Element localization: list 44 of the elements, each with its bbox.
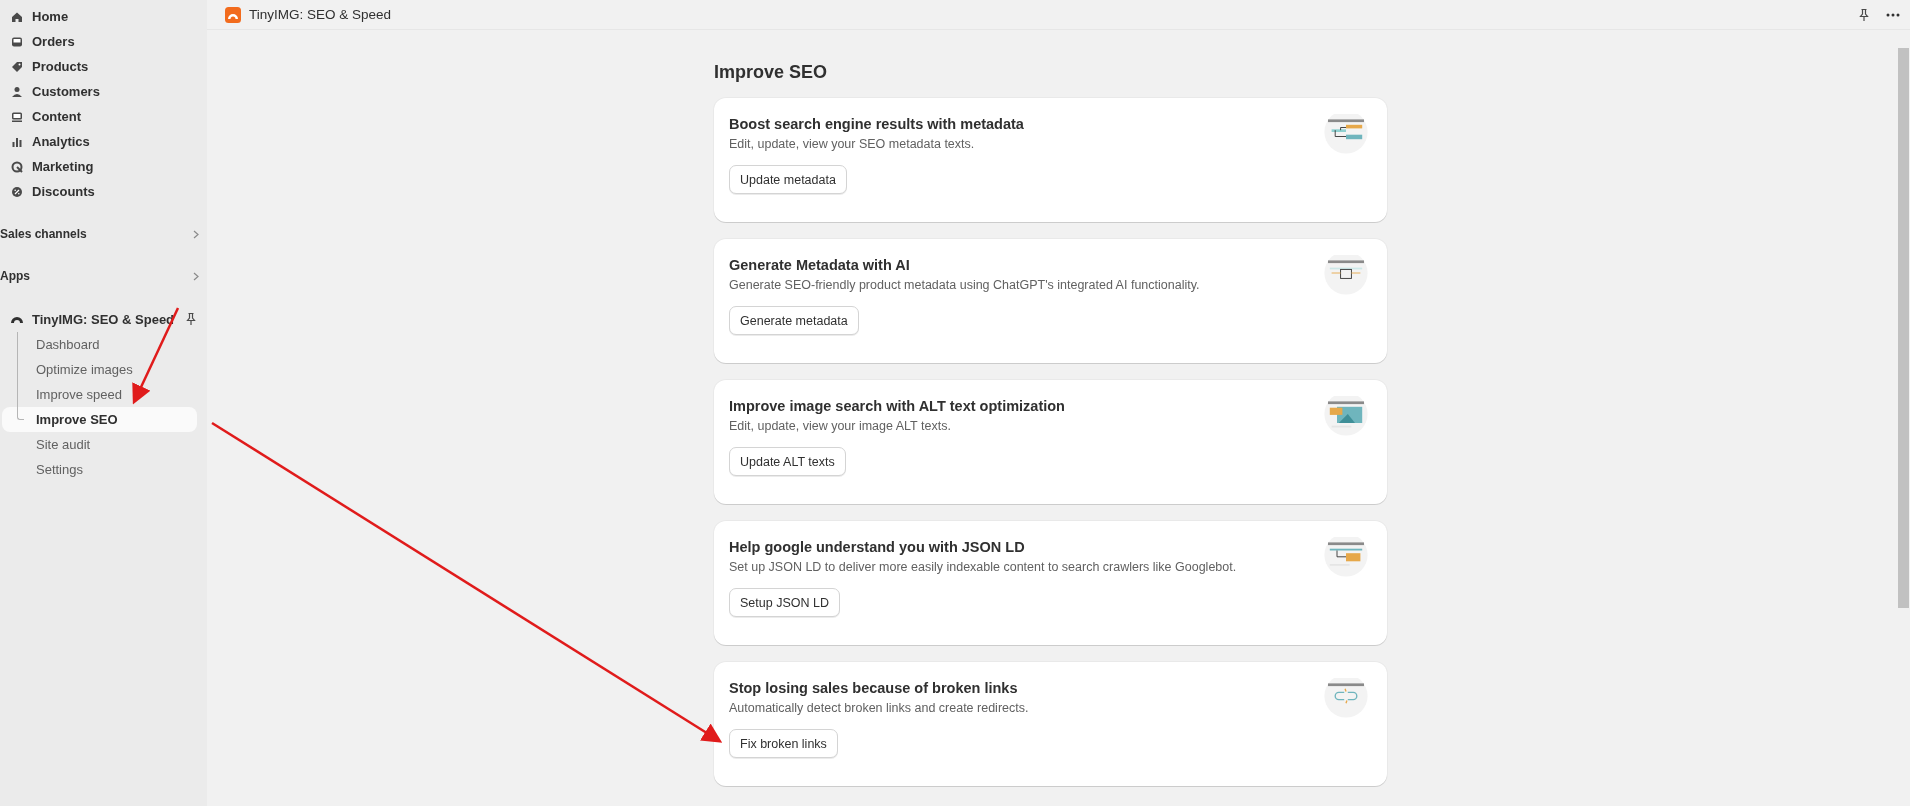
nav-item[interactable]: Customers <box>0 79 197 104</box>
subnav-item[interactable]: Settings <box>2 457 197 482</box>
subnav-item[interactable]: Dashboard <box>2 332 197 357</box>
nav-item[interactable]: Marketing <box>0 154 197 179</box>
pin-icon[interactable] <box>1858 7 1870 22</box>
subnav-item[interactable]: Improve SEO <box>2 407 197 432</box>
card-action-button[interactable]: Generate metadata <box>729 306 859 335</box>
chevron-right-icon <box>193 271 199 281</box>
subnav-item[interactable]: Site audit <box>2 432 197 457</box>
card-description: Generate SEO-friendly product metadata using ChatGPT's integrated AI functionality. <box>729 278 1200 292</box>
tag-icon <box>10 59 24 74</box>
nav-item[interactable]: Orders <box>0 29 197 54</box>
card-title: Generate Metadata with AI <box>729 256 911 273</box>
card-action-button[interactable]: Update metadata <box>729 165 847 194</box>
badge-icon <box>10 184 24 199</box>
page-title: Improve SEO <box>714 62 829 83</box>
app-logo-icon <box>225 6 241 23</box>
card-description: Edit, update, view your image ALT texts. <box>729 419 952 433</box>
card-description: Edit, update, view your SEO metadata texts. <box>729 137 976 151</box>
nav-item[interactable]: Analytics <box>0 129 197 154</box>
more-icon[interactable] <box>1886 12 1900 17</box>
nav-item[interactable]: Products <box>0 54 197 79</box>
app-title: TinyIMG: SEO & Speed <box>249 7 393 22</box>
nav-item[interactable]: Content <box>0 104 197 129</box>
section-heading[interactable]: Sales channels <box>0 227 87 241</box>
gauge-icon <box>10 314 24 324</box>
section-heading[interactable]: Apps <box>0 269 30 283</box>
card-title: Help google understand you with JSON LD <box>729 538 1026 555</box>
person-icon <box>10 84 24 99</box>
card-action-button[interactable]: Update ALT texts <box>729 447 846 476</box>
chevron-right-icon <box>193 229 199 239</box>
nav-item[interactable]: Home <box>0 4 197 29</box>
card-title: Boost search engine results with metadata <box>729 115 1024 132</box>
nav-item[interactable]: Discounts <box>0 179 197 204</box>
card-title: Improve image search with ALT text optimization <box>729 397 1065 414</box>
card-title: Stop losing sales because of broken links <box>729 679 1019 696</box>
subnav-item[interactable]: Optimize images <box>2 357 197 382</box>
card-action-button[interactable]: Fix broken links <box>729 729 838 758</box>
target-icon <box>10 159 24 174</box>
card-description: Set up JSON LD to deliver more easily indexable content to search crawlers like Googlebot. <box>729 560 1237 574</box>
pin-icon[interactable] <box>185 312 197 326</box>
scrollbar[interactable] <box>1898 48 1909 608</box>
card-description: Automatically detect broken links and create redirects. <box>729 701 1029 715</box>
card-action-button[interactable]: Setup JSON LD <box>729 588 840 617</box>
